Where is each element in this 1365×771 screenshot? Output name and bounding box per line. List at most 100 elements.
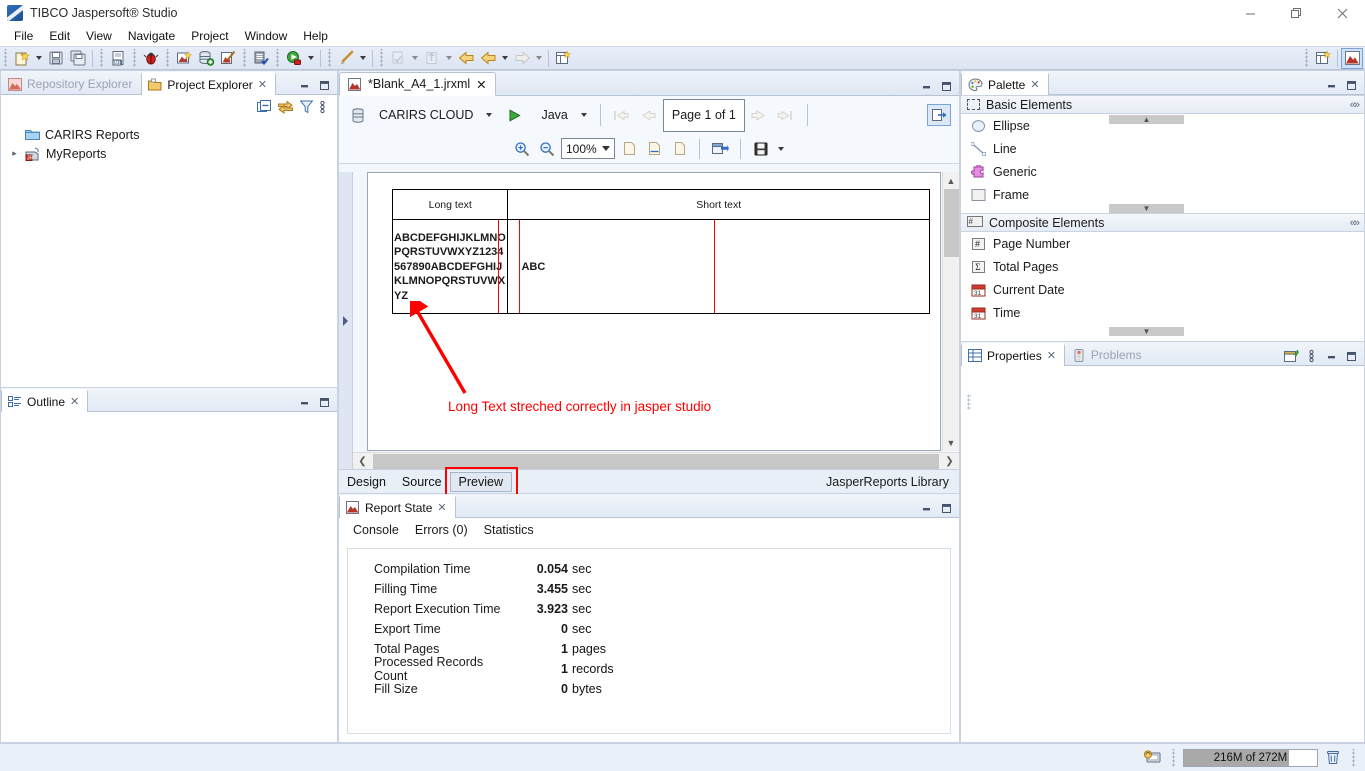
jaspersoft-perspective-icon[interactable] <box>1341 48 1363 69</box>
menu-project[interactable]: Project <box>183 27 236 45</box>
properties-sash-grip[interactable] <box>967 394 971 410</box>
collapse-section-icon[interactable]: «» <box>1350 217 1358 229</box>
minimize-icon[interactable] <box>1322 347 1340 365</box>
collapse-all-icon[interactable] <box>257 100 271 117</box>
palette-scroll-down[interactable]: ▼ <box>1109 204 1184 213</box>
new-report-dropdown-icon[interactable] <box>36 56 42 60</box>
minimize-icon[interactable] <box>295 393 313 411</box>
minimize-icon[interactable] <box>917 77 935 95</box>
tab-project-explorer[interactable]: Project Explorer ✕ <box>141 72 276 95</box>
editor-tab-blank-a4[interactable]: *Blank_A4_1.jrxml ✕ <box>339 72 496 96</box>
toolbar-grip[interactable] <box>2 49 9 67</box>
menu-edit[interactable]: Edit <box>41 27 78 45</box>
back-dropdown-icon[interactable] <box>502 56 508 60</box>
menu-file[interactable]: File <box>6 27 41 45</box>
toolbar-grip-9[interactable] <box>1303 49 1310 67</box>
fit-page-icon[interactable] <box>668 138 690 159</box>
close-icon[interactable]: ✕ <box>258 78 267 91</box>
subtab-errors[interactable]: Errors (0) <box>415 523 468 537</box>
view-menu-icon[interactable] <box>1302 347 1320 365</box>
tab-repository-explorer[interactable]: Repository Explorer <box>1 72 141 95</box>
palette-scroll-down-2[interactable]: ▼ <box>1109 327 1184 336</box>
export-report-icon[interactable] <box>709 138 731 159</box>
maximize-icon[interactable] <box>937 499 955 517</box>
datasource-dropdown-icon[interactable] <box>486 113 492 117</box>
save-icon[interactable] <box>45 48 67 69</box>
toolbar-grip-6[interactable] <box>274 49 281 67</box>
open-perspective-icon-2[interactable] <box>1312 48 1334 69</box>
fit-width-icon[interactable] <box>643 138 665 159</box>
new-jrxml-wizard-icon[interactable] <box>217 48 239 69</box>
maximize-button[interactable] <box>1273 0 1319 26</box>
subtab-console[interactable]: Console <box>353 523 399 537</box>
minimize-icon[interactable] <box>917 499 935 517</box>
trash-icon[interactable] <box>1322 747 1344 769</box>
tab-outline[interactable]: Outline ✕ <box>1 389 88 412</box>
run-report-icon[interactable] <box>503 105 525 126</box>
new-tab-icon[interactable] <box>1282 347 1300 365</box>
heap-status-bar[interactable]: 216M of 272M <box>1183 749 1318 767</box>
subtab-statistics[interactable]: Statistics <box>484 523 534 537</box>
palette-item-total-pages[interactable]: Σ Total Pages <box>961 255 1364 278</box>
status-grip-2[interactable] <box>1350 749 1357 767</box>
scroll-left-icon[interactable]: ❮ <box>353 456 372 467</box>
next-page-icon[interactable] <box>749 105 771 126</box>
remote-system-icon[interactable] <box>1140 747 1164 769</box>
tab-problems[interactable]: Problems <box>1065 343 1151 366</box>
debug-icon[interactable] <box>140 48 162 69</box>
palette-item-page-number[interactable]: # Page Number <box>961 232 1364 255</box>
twisty-expand-icon[interactable]: ▸ <box>9 148 20 159</box>
datasource-icon[interactable] <box>347 105 369 126</box>
palette-item-line[interactable]: Line <box>961 137 1364 160</box>
toolbar-grip-5[interactable] <box>241 49 248 67</box>
preview-vertical-scrollbar[interactable]: ▲ ▼ <box>942 172 959 451</box>
forward-arrow-icon[interactable] <box>511 48 533 69</box>
toolbar-grip-2[interactable] <box>98 49 105 67</box>
menu-navigate[interactable]: Navigate <box>120 27 183 45</box>
palette-section-basic-elements[interactable]: Basic Elements «» <box>961 95 1364 114</box>
toolbar-grip-3[interactable] <box>131 49 138 67</box>
expand-sidebar-icon[interactable] <box>339 172 353 469</box>
scroll-right-icon[interactable]: ❯ <box>940 456 959 467</box>
page-indicator[interactable]: Page 1 of 1 <box>663 99 745 132</box>
prev-page-icon[interactable] <box>637 105 659 126</box>
datasource-label[interactable]: CARIRS CLOUD <box>373 108 479 122</box>
menu-view[interactable]: View <box>78 27 120 45</box>
zoom-level-combo[interactable]: 100% <box>561 138 615 159</box>
maximize-icon[interactable] <box>1342 76 1360 94</box>
palette-item-time[interactable]: 31 Time <box>961 301 1364 324</box>
new-report-icon[interactable] <box>11 48 33 69</box>
validate-dropdown-icon[interactable] <box>412 56 418 60</box>
tab-source[interactable]: Source <box>394 473 450 491</box>
maximize-icon[interactable] <box>937 77 955 95</box>
language-dropdown-icon[interactable] <box>581 113 587 117</box>
run-dropdown-icon[interactable] <box>308 56 314 60</box>
validate-icon[interactable] <box>387 48 409 69</box>
scroll-up-icon[interactable]: ▲ <box>943 172 959 189</box>
view-menu-icon[interactable] <box>320 100 325 117</box>
back-arrow-icon-2[interactable] <box>477 48 499 69</box>
new-report-wizard-icon[interactable] <box>173 48 195 69</box>
tab-properties[interactable]: Properties ✕ <box>961 343 1065 366</box>
maximize-icon[interactable] <box>1342 347 1360 365</box>
maximize-icon[interactable] <box>315 393 333 411</box>
menu-window[interactable]: Window <box>237 27 296 45</box>
vscroll-thumb[interactable] <box>944 189 959 257</box>
save-all-icon[interactable] <box>67 48 89 69</box>
minimize-button[interactable] <box>1227 0 1273 26</box>
export-icon[interactable] <box>927 104 951 126</box>
zoom-out-icon[interactable] <box>536 138 558 159</box>
last-page-icon[interactable] <box>775 105 797 126</box>
menu-help[interactable]: Help <box>295 27 336 45</box>
palette-item-current-date[interactable]: 31 Current Date <box>961 278 1364 301</box>
zoom-in-icon[interactable] <box>511 138 533 159</box>
actual-size-icon[interactable] <box>618 138 640 159</box>
palette-item-generic[interactable]: Generic <box>961 160 1364 183</box>
scroll-down-icon[interactable]: ▼ <box>943 434 959 451</box>
palette-item-frame[interactable]: Frame <box>961 183 1364 206</box>
minimize-icon[interactable] <box>295 76 313 94</box>
edit-icon[interactable] <box>335 48 357 69</box>
toolbar-grip-8[interactable] <box>378 49 385 67</box>
tree-item-carirs-reports[interactable]: CARIRS Reports <box>7 125 337 144</box>
tab-design[interactable]: Design <box>339 473 394 491</box>
